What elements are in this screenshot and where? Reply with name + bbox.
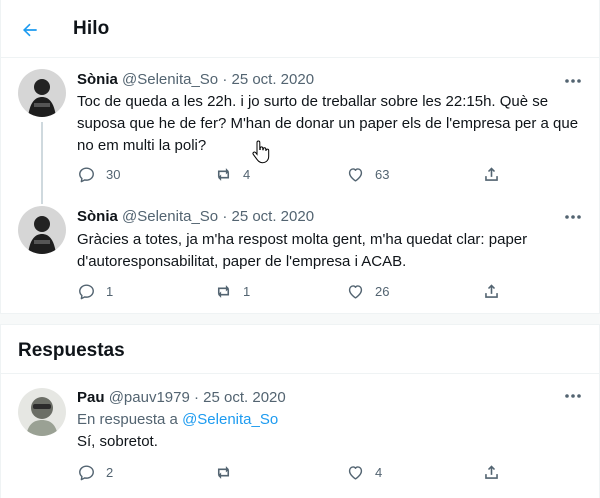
like-count: 26 — [375, 283, 390, 299]
more-options-icon[interactable] — [562, 74, 584, 88]
tweet-text: Toc de queda a les 22h. i jo surto de tr… — [77, 93, 579, 154]
share-icon — [485, 464, 498, 479]
retweet-icon — [217, 167, 230, 181]
more-options-icon[interactable] — [562, 210, 584, 224]
author-handle[interactable]: @pauv1979 — [109, 389, 190, 406]
share-button[interactable] — [482, 164, 501, 184]
section-gap — [0, 313, 600, 325]
reply-count: 30 — [106, 166, 121, 182]
heart-icon — [348, 465, 363, 480]
retweet-button[interactable]: 4 — [214, 164, 250, 184]
tweet[interactable]: Sònia @Selenita_So · 25 oct. 2020 Toc de… — [0, 58, 600, 198]
reply-count: 2 — [106, 464, 114, 480]
separator-dot: · — [222, 71, 228, 88]
mention-link[interactable]: @Selenita_So — [182, 411, 278, 428]
like-button[interactable]: 63 — [346, 164, 389, 184]
avatar[interactable] — [18, 206, 66, 254]
author-name[interactable]: Sònia — [77, 208, 118, 225]
retweet-button[interactable] — [214, 462, 233, 482]
tweet-date[interactable]: 25 oct. 2020 — [231, 208, 314, 225]
heart-icon — [348, 284, 363, 299]
retweet-count: 4 — [243, 166, 251, 182]
tweet-text: Gràcies a totes, ja m'ha respost molta g… — [77, 231, 528, 270]
reply-button[interactable]: 2 — [77, 462, 113, 482]
author-name[interactable]: Pau — [77, 389, 105, 406]
tweet-date[interactable]: 25 oct. 2020 — [203, 389, 286, 406]
tweet-date[interactable]: 25 oct. 2020 — [231, 71, 314, 88]
retweet-icon — [217, 284, 230, 298]
tweet-author-line: Pau @pauv1979 · 25 oct. 2020 — [77, 389, 286, 406]
page-title: Hilo — [73, 18, 110, 39]
reply-icon — [79, 464, 94, 480]
avatar[interactable] — [18, 69, 66, 117]
share-button[interactable] — [482, 281, 501, 301]
like-count: 4 — [375, 464, 383, 480]
reply-button[interactable]: 1 — [77, 281, 113, 301]
reply-icon — [79, 283, 94, 299]
author-handle[interactable]: @Selenita_So — [122, 71, 218, 88]
retweet-icon — [217, 465, 230, 479]
like-count: 63 — [375, 166, 390, 182]
reply-icon — [79, 166, 94, 182]
tweet-text: Sí, sobretot. — [77, 433, 158, 450]
back-arrow-icon[interactable] — [20, 20, 40, 40]
tweet-author-line: Sònia @Selenita_So · 25 oct. 2020 — [77, 208, 314, 225]
more-options-icon[interactable] — [562, 389, 584, 403]
share-button[interactable] — [482, 462, 501, 482]
in-reply-to-line: En respuesta a @Selenita_So — [77, 411, 278, 428]
replies-section-title: Respuestas — [18, 340, 125, 361]
author-name[interactable]: Sònia — [77, 71, 118, 88]
reply-button[interactable]: 30 — [77, 164, 120, 184]
tweet-author-line: Sònia @Selenita_So · 25 oct. 2020 — [77, 71, 314, 88]
like-button[interactable]: 26 — [346, 281, 389, 301]
separator-dot: · — [193, 389, 199, 406]
separator-dot: · — [222, 208, 228, 225]
share-icon — [485, 283, 498, 298]
reply-count: 1 — [106, 283, 114, 299]
retweet-button[interactable]: 1 — [214, 281, 250, 301]
avatar[interactable] — [18, 388, 66, 436]
author-handle[interactable]: @Selenita_So — [122, 208, 218, 225]
share-icon — [485, 166, 498, 181]
retweet-count: 1 — [243, 283, 251, 299]
heart-icon — [348, 167, 363, 182]
page-header: Hilo — [0, 0, 600, 58]
tweet[interactable]: Sònia @Selenita_So · 25 oct. 2020 Gràcie… — [0, 198, 600, 313]
in-reply-to-label: En respuesta a — [77, 411, 178, 428]
reply-tweet[interactable]: Pau @pauv1979 · 25 oct. 2020 En respuest… — [0, 374, 600, 498]
hand-cursor-icon — [252, 140, 270, 164]
like-button[interactable]: 4 — [346, 462, 382, 482]
